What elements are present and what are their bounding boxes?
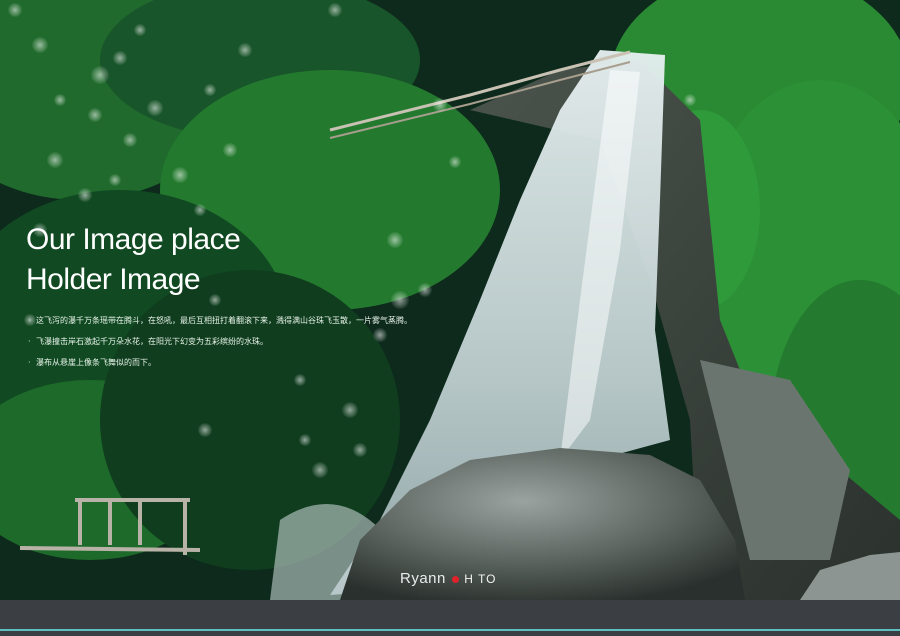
description-list: 这飞泻的瀑千万条瑶带在腾斗，在怒吼，最后互相扭打着翻滚下来，溅得满山谷珠飞玉散，… bbox=[28, 316, 412, 379]
description-item: 瀑布从悬崖上像条飞舞似的而下。 bbox=[28, 358, 412, 368]
brand-name: Ryann bbox=[400, 570, 446, 587]
headline-line-2: Holder Image bbox=[26, 263, 201, 296]
headline-line-1: Our Image place bbox=[26, 223, 241, 256]
waterfall-photo bbox=[0, 0, 900, 600]
hero-photo: Our Image place Holder Image 这飞泻的瀑千万条瑶带在… bbox=[0, 0, 900, 600]
headline: Our Image place Holder Image bbox=[26, 220, 241, 300]
footer-accent-line bbox=[0, 629, 900, 631]
brand-logo: Ryann H TO bbox=[400, 570, 496, 587]
description-item: 飞瀑撞击岸石激起千万朵水花，在阳光下幻变为五彩缤纷的水珠。 bbox=[28, 337, 412, 347]
brand-dot-icon bbox=[451, 575, 459, 583]
brand-suffix: H TO bbox=[464, 572, 497, 586]
poster-page: Our Image place Holder Image 这飞泻的瀑千万条瑶带在… bbox=[0, 0, 900, 636]
description-item: 这飞泻的瀑千万条瑶带在腾斗，在怒吼，最后互相扭打着翻滚下来，溅得满山谷珠飞玉散，… bbox=[28, 316, 412, 326]
